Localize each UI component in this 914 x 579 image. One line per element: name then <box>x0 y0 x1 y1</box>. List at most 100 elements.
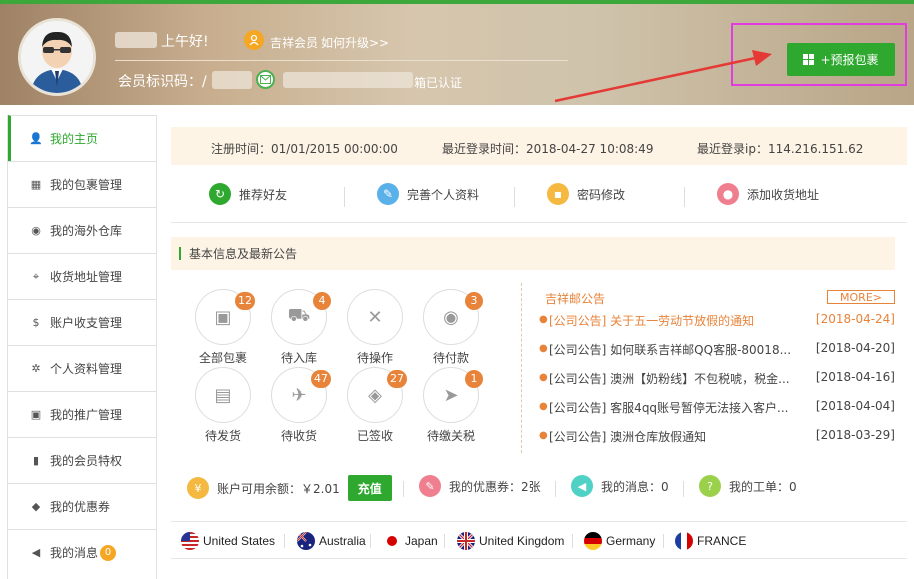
notice-item[interactable]: ● [公司公告] 客服4qq账号暂停无法接入客户... [2018-04-04] <box>539 399 895 415</box>
country-tab-3[interactable]: United Kingdom <box>457 532 564 550</box>
package-status-label: 全部包裹 <box>198 351 247 365</box>
notice-date: [2018-04-20] <box>815 341 895 355</box>
bookmark-icon: ▮ <box>32 454 40 467</box>
notice-title: [公司公告] 客服4qq账号暂停无法接入客户... <box>549 401 789 415</box>
notice-date: [2018-04-16] <box>815 370 895 384</box>
message-stat[interactable]: ◀ 我的消息：0 <box>571 475 669 497</box>
shortcut-label: 添加收货地址 <box>747 187 820 202</box>
gear-icon: ✲ <box>31 362 41 375</box>
country-separator <box>572 534 573 548</box>
notice-item[interactable]: ● [公司公告] 澳洲仓库放假通知 [2018-03-29] <box>539 428 895 444</box>
sidebar-item-0[interactable]: 👤 我的主页 <box>8 115 156 161</box>
sidebar-item-label: 我的优惠券 <box>50 500 111 514</box>
section-title-bar <box>179 247 181 260</box>
country-tab-0[interactable]: United States <box>181 532 275 550</box>
count-badge: 27 <box>387 370 407 388</box>
package-status-5[interactable]: ✈ 47 待收货 <box>269 367 331 444</box>
share-icon: ↻ <box>209 183 231 205</box>
bullet-icon: ● <box>539 343 548 354</box>
last-login-ip: 最近登录ip：114.216.151.62 <box>697 142 864 156</box>
de-flag-icon <box>584 532 602 550</box>
package-status-label: 待操作 <box>356 351 393 365</box>
package-status-label: 待缴关税 <box>426 429 475 443</box>
tools-icon: ✕ <box>347 289 403 345</box>
shortcut-1[interactable]: ✎ 完善个人资料 <box>377 183 479 205</box>
notice-item[interactable]: ● [公司公告] 关于五一劳动节放假的通知 [2018-04-24] <box>539 312 895 328</box>
country-tab-2[interactable]: Japan <box>383 532 438 550</box>
tag-icon: ◆ <box>31 500 41 513</box>
sidebar-item-label: 我的推广管理 <box>50 408 123 422</box>
mail-verified-icon <box>256 70 275 89</box>
warehouse-country-bar: United States Australia Japan United Kingdo… <box>171 521 907 559</box>
location-icon: ⌖ <box>32 269 40 283</box>
count-badge: 3 <box>465 292 483 310</box>
notice-board-title: 吉祥邮公告 <box>545 292 606 306</box>
country-tab-1[interactable]: Australia <box>297 532 366 550</box>
register-time: 注册时间：01/01/2015 00:00:00 <box>211 142 398 156</box>
us-flag-icon <box>181 532 199 550</box>
jp-flag-icon <box>383 532 401 550</box>
sidebar-item-5[interactable]: ✲ 个人资料管理 <box>8 345 156 391</box>
count-badge: 47 <box>311 370 331 388</box>
bullet-icon: ● <box>539 372 548 383</box>
vip-upgrade-link[interactable]: 如何升级>> <box>321 34 389 51</box>
shortcut-2[interactable]: ▪ 密码修改 <box>547 183 625 205</box>
member-id-label: 会员标识码：/ <box>118 74 207 90</box>
country-tab-5[interactable]: FRANCE <box>675 532 746 550</box>
sidebar-item-2[interactable]: ◉ 我的海外仓库 <box>8 207 156 253</box>
notice-item[interactable]: ● [公司公告] 澳洲【奶粉线】不包税唬，税金... [2018-04-16] <box>539 370 895 386</box>
shortcut-0[interactable]: ↻ 推荐好友 <box>209 183 287 205</box>
shortcut-3[interactable]: ● 添加收货地址 <box>717 183 819 205</box>
yen-icon: ¥ <box>187 477 209 499</box>
notice-date: [2018-04-04] <box>815 399 895 413</box>
country-tab-4[interactable]: Germany <box>584 532 655 550</box>
main-content: 注册时间：01/01/2015 00:00:00 最近登录时间：2018-04-… <box>171 127 907 559</box>
login-info-bar: 注册时间：01/01/2015 00:00:00 最近登录时间：2018-04-… <box>171 127 907 165</box>
sidebar-item-label: 我的会员特权 <box>50 454 123 468</box>
gift-icon: ▣ <box>30 408 42 421</box>
fr-flag-icon <box>675 532 693 550</box>
bullet-icon: ● <box>539 401 548 412</box>
package-status-label: 待付款 <box>432 351 469 365</box>
redacted-username <box>115 32 157 48</box>
recharge-button[interactable]: 充值 <box>347 475 392 501</box>
sidebar-item-1[interactable]: ▦ 我的包裹管理 <box>8 161 156 207</box>
package-status-1[interactable]: ⛟ 4 待入库 <box>269 289 331 366</box>
avatar[interactable] <box>18 18 96 96</box>
highlight-annotation-box <box>731 23 907 86</box>
sidebar-nav: 👤 我的主页 ▦ 我的包裹管理 ◉ 我的海外仓库 ⌖ 收货地址管理 $ 账户收支管理 ✲ 个人资料管理… <box>7 115 157 579</box>
redacted-member-id <box>212 71 252 89</box>
country-separator <box>284 534 285 548</box>
country-separator <box>370 534 371 548</box>
sidebar-item-9[interactable]: ◀ 我的消息 0 <box>8 529 156 575</box>
package-status-0[interactable]: ▣ 12 全部包裹 <box>193 289 255 366</box>
package-status-label: 待收货 <box>280 429 317 443</box>
shortcut-bar: ↻ 推荐好友 ✎ 完善个人资料 ▪ 密码修改 ● 添加收货地址 <box>171 179 907 223</box>
section-title: 基本信息及最新公告 <box>171 237 895 270</box>
package-status-3[interactable]: ◉ 3 待付款 <box>421 289 483 366</box>
sidebar-item-8[interactable]: ◆ 我的优惠券 <box>8 483 156 529</box>
package-status-6[interactable]: ◈ 27 已签收 <box>345 367 407 444</box>
sidebar-item-3[interactable]: ⌖ 收货地址管理 <box>8 253 156 299</box>
sidebar-item-4[interactable]: $ 账户收支管理 <box>8 299 156 345</box>
package-status-4[interactable]: ▤ 待发货 <box>193 367 253 444</box>
sidebar-item-7[interactable]: ▮ 我的会员特权 <box>8 437 156 483</box>
notice-more-button[interactable]: MORE> <box>827 290 895 304</box>
header-divider <box>115 60 568 61</box>
bullet-icon: ● <box>539 430 548 441</box>
country-name: Germany <box>606 534 656 548</box>
country-name: United Kingdom <box>479 534 565 548</box>
document-icon: ▤ <box>195 367 251 423</box>
volume-icon: ◀ <box>31 546 41 559</box>
coupon-stat[interactable]: ✎ 我的优惠券：2张 <box>419 475 541 497</box>
ticket-stat[interactable]: ? 我的工单：0 <box>699 475 797 497</box>
globe-icon: ◉ <box>31 224 41 237</box>
notice-item[interactable]: ● [公司公告] 如何联系吉祥邮QQ客服-80018... [2018-04-20] <box>539 341 895 357</box>
sidebar-item-label: 个人资料管理 <box>50 362 123 376</box>
sidebar-item-6[interactable]: ▣ 我的推广管理 <box>8 391 156 437</box>
dashed-divider <box>521 283 522 453</box>
pin-icon: ● <box>717 183 739 205</box>
package-status-2[interactable]: ✕ 待操作 <box>345 289 405 366</box>
package-status-7[interactable]: ➤ 1 待缴关税 <box>421 367 483 444</box>
country-name: FRANCE <box>697 534 747 548</box>
